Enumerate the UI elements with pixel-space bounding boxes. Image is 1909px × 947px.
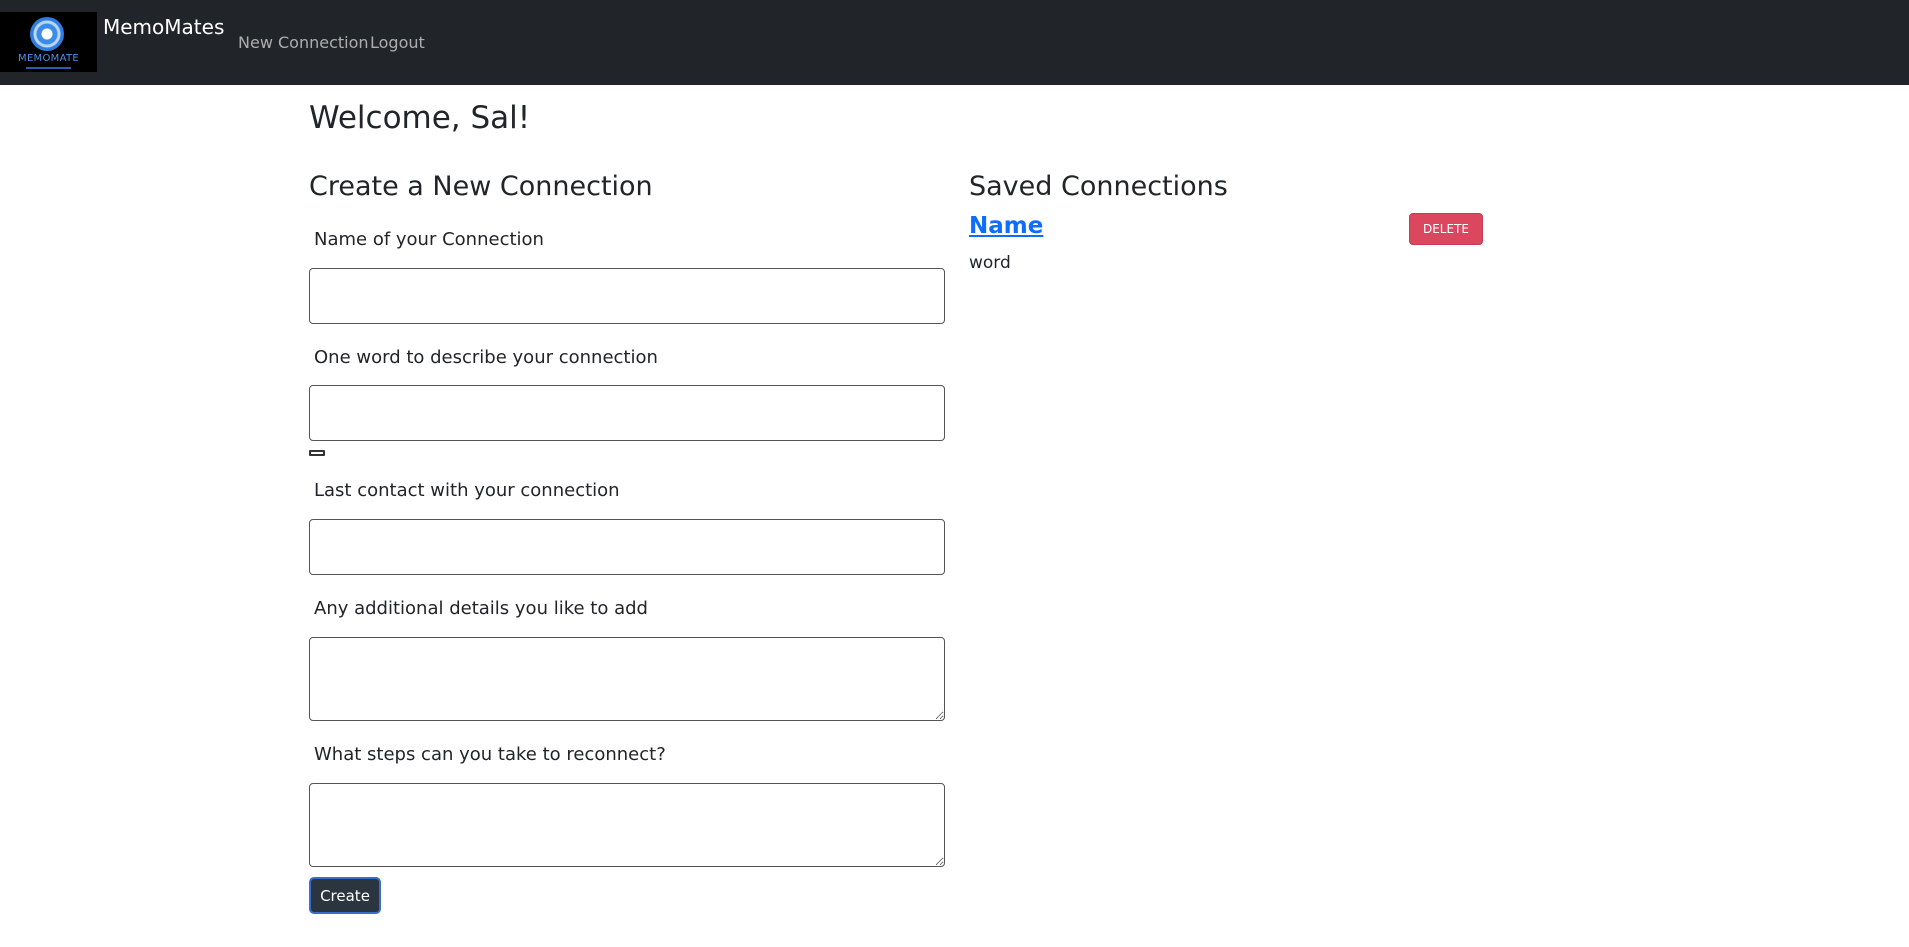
additional-details-textarea[interactable] — [309, 637, 945, 721]
welcome-heading: Welcome, Sal! — [309, 100, 531, 136]
reconnect-steps-textarea[interactable] — [309, 783, 945, 867]
logo-eye-icon — [30, 17, 64, 51]
logo-text: MEMOMATE — [18, 53, 79, 64]
nav-logout-link[interactable]: Logout — [370, 33, 425, 52]
small-checkbox[interactable] — [309, 450, 325, 456]
memomate-logo[interactable]: MEMOMATE — [0, 12, 97, 72]
reconnect-steps-label: What steps can you take to reconnect? — [314, 744, 666, 765]
create-button[interactable]: Create — [309, 877, 381, 914]
additional-details-label: Any additional details you like to add — [314, 598, 648, 619]
saved-connection-word: word — [969, 253, 1011, 273]
top-navbar: MEMOMATE MemoMates New Connection Logout — [0, 0, 1909, 85]
last-contact-label: Last contact with your connection — [314, 480, 620, 501]
connection-name-label: Name of your Connection — [314, 229, 544, 250]
last-contact-input[interactable] — [309, 519, 945, 575]
brand-name[interactable]: MemoMates — [103, 15, 224, 39]
create-connection-title: Create a New Connection — [309, 171, 653, 202]
connection-word-label: One word to describe your connection — [314, 347, 658, 368]
logo-tagline-mark — [26, 67, 71, 69]
delete-connection-button[interactable]: DELETE — [1409, 213, 1483, 245]
nav-new-connection-link[interactable]: New Connection — [238, 33, 369, 52]
saved-connection-name-link[interactable]: Name — [969, 213, 1043, 239]
saved-connections-title: Saved Connections — [969, 171, 1228, 202]
connection-name-input[interactable] — [309, 268, 945, 324]
connection-word-input[interactable] — [309, 385, 945, 441]
